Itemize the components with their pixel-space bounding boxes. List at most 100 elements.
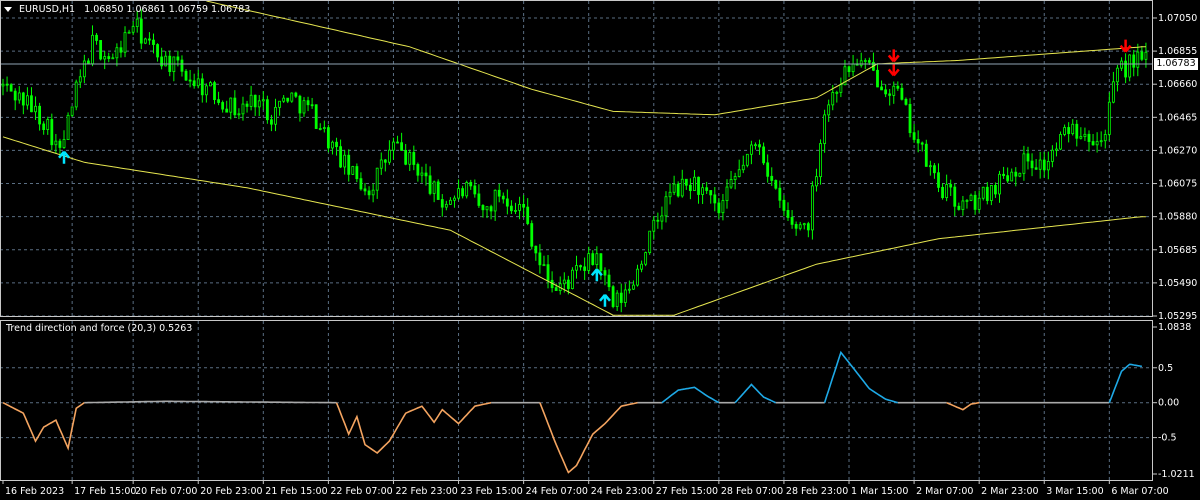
oscillator-segment-neutral (84, 400, 337, 404)
candle-body (1079, 136, 1083, 139)
candle-body (579, 265, 582, 268)
candle (660, 206, 664, 230)
price-tick-label: 1.06660 (1158, 79, 1197, 90)
candle (701, 183, 704, 204)
candle (400, 132, 404, 151)
candle (1034, 158, 1038, 170)
candle (99, 40, 103, 61)
candle (245, 100, 249, 113)
candle (196, 69, 200, 89)
candle (115, 43, 119, 67)
candle-body (371, 189, 375, 196)
candle (58, 138, 62, 156)
candle-body (672, 183, 676, 193)
price-tick-label: 1.05295 (1158, 311, 1197, 322)
buy-arrow-icon (590, 268, 603, 282)
candle (233, 90, 237, 119)
candle (1018, 172, 1022, 178)
candle-body (693, 176, 696, 191)
candle-body (933, 165, 936, 174)
candle-body (265, 99, 269, 121)
candle-body (1111, 81, 1115, 103)
candle (957, 202, 961, 211)
candle-body (1002, 173, 1005, 177)
candle-body (501, 195, 505, 200)
candle-body (880, 86, 883, 91)
time-axis[interactable]: 16 Feb 2023 17 Feb 15:0020 Feb 07:00 20 Fe… (2, 480, 1169, 497)
candle (225, 100, 229, 113)
candle-body (331, 141, 334, 149)
time-tick-label: 20 Feb 23:00 (200, 486, 262, 497)
candle (192, 73, 196, 89)
chart-window[interactable]: 1.07050 1.06855 1.06660 1.06465 1.06270 1.060… (0, 0, 1200, 500)
candle-body (103, 56, 107, 60)
candle-body (290, 92, 294, 102)
time-tick-label: 27 Feb 15:00 (656, 486, 718, 497)
candle-body (648, 230, 652, 253)
candle-body (680, 178, 684, 197)
candle (908, 98, 912, 138)
candle (237, 108, 241, 120)
candle-body (481, 205, 485, 211)
candle (672, 175, 676, 196)
candle-body (91, 34, 94, 65)
candle (371, 183, 375, 203)
candle-body (1063, 127, 1066, 135)
candle (217, 91, 220, 106)
price-chart-canvas[interactable]: 1.07050 1.06855 1.06660 1.06465 1.06270 1.060… (0, 0, 1200, 500)
candle (363, 183, 367, 196)
candle-body (400, 142, 404, 151)
candle-body (859, 60, 863, 66)
candle-body (884, 89, 888, 95)
candle-body (1059, 134, 1062, 150)
oscillator-segment-up (661, 386, 720, 404)
candle (782, 195, 786, 217)
candle (1111, 71, 1115, 104)
candle (644, 251, 648, 267)
candle-body (13, 90, 17, 101)
candle (896, 81, 900, 91)
candle-body (21, 92, 25, 106)
candle-body (977, 197, 981, 210)
candle-body (1018, 172, 1022, 177)
candle-body (253, 94, 257, 108)
candle-body (1099, 140, 1103, 143)
candle-body (721, 200, 725, 214)
candle (314, 104, 318, 129)
candle-body (542, 264, 546, 267)
buy-arrow-icon (599, 293, 611, 307)
candle (95, 33, 98, 45)
candle (5, 76, 9, 92)
candle (758, 139, 761, 155)
candle (1083, 127, 1087, 141)
candle (17, 86, 21, 104)
candle-body (58, 140, 62, 148)
candle-body (892, 85, 896, 96)
candle (981, 186, 985, 201)
candle-body (924, 143, 928, 167)
candle (619, 283, 623, 313)
candle (42, 121, 46, 135)
candle (1042, 151, 1046, 178)
candle-body (95, 34, 98, 41)
candle (318, 123, 322, 131)
candle-body (270, 119, 273, 125)
candle (790, 210, 794, 229)
indicator-axis[interactable]: 1.0838 0.5 0.00 -0.5 -1.0211 (1153, 322, 1195, 480)
triangle-down-icon[interactable] (4, 7, 12, 12)
time-tick-label: 23 Feb 15:00 (461, 486, 523, 497)
candle-body (676, 183, 680, 197)
candle-body (404, 150, 408, 165)
candle-body (347, 154, 351, 175)
candle-body (1067, 127, 1071, 135)
candle-body (729, 179, 733, 188)
candle (998, 170, 1001, 203)
candle (806, 221, 810, 238)
candle (1140, 45, 1144, 62)
candle (827, 99, 831, 122)
time-tick-label: 2 Mar 07:00 (916, 486, 973, 497)
candle-body (514, 210, 517, 212)
candle (261, 91, 265, 110)
candle (481, 204, 485, 218)
candle (583, 257, 587, 280)
